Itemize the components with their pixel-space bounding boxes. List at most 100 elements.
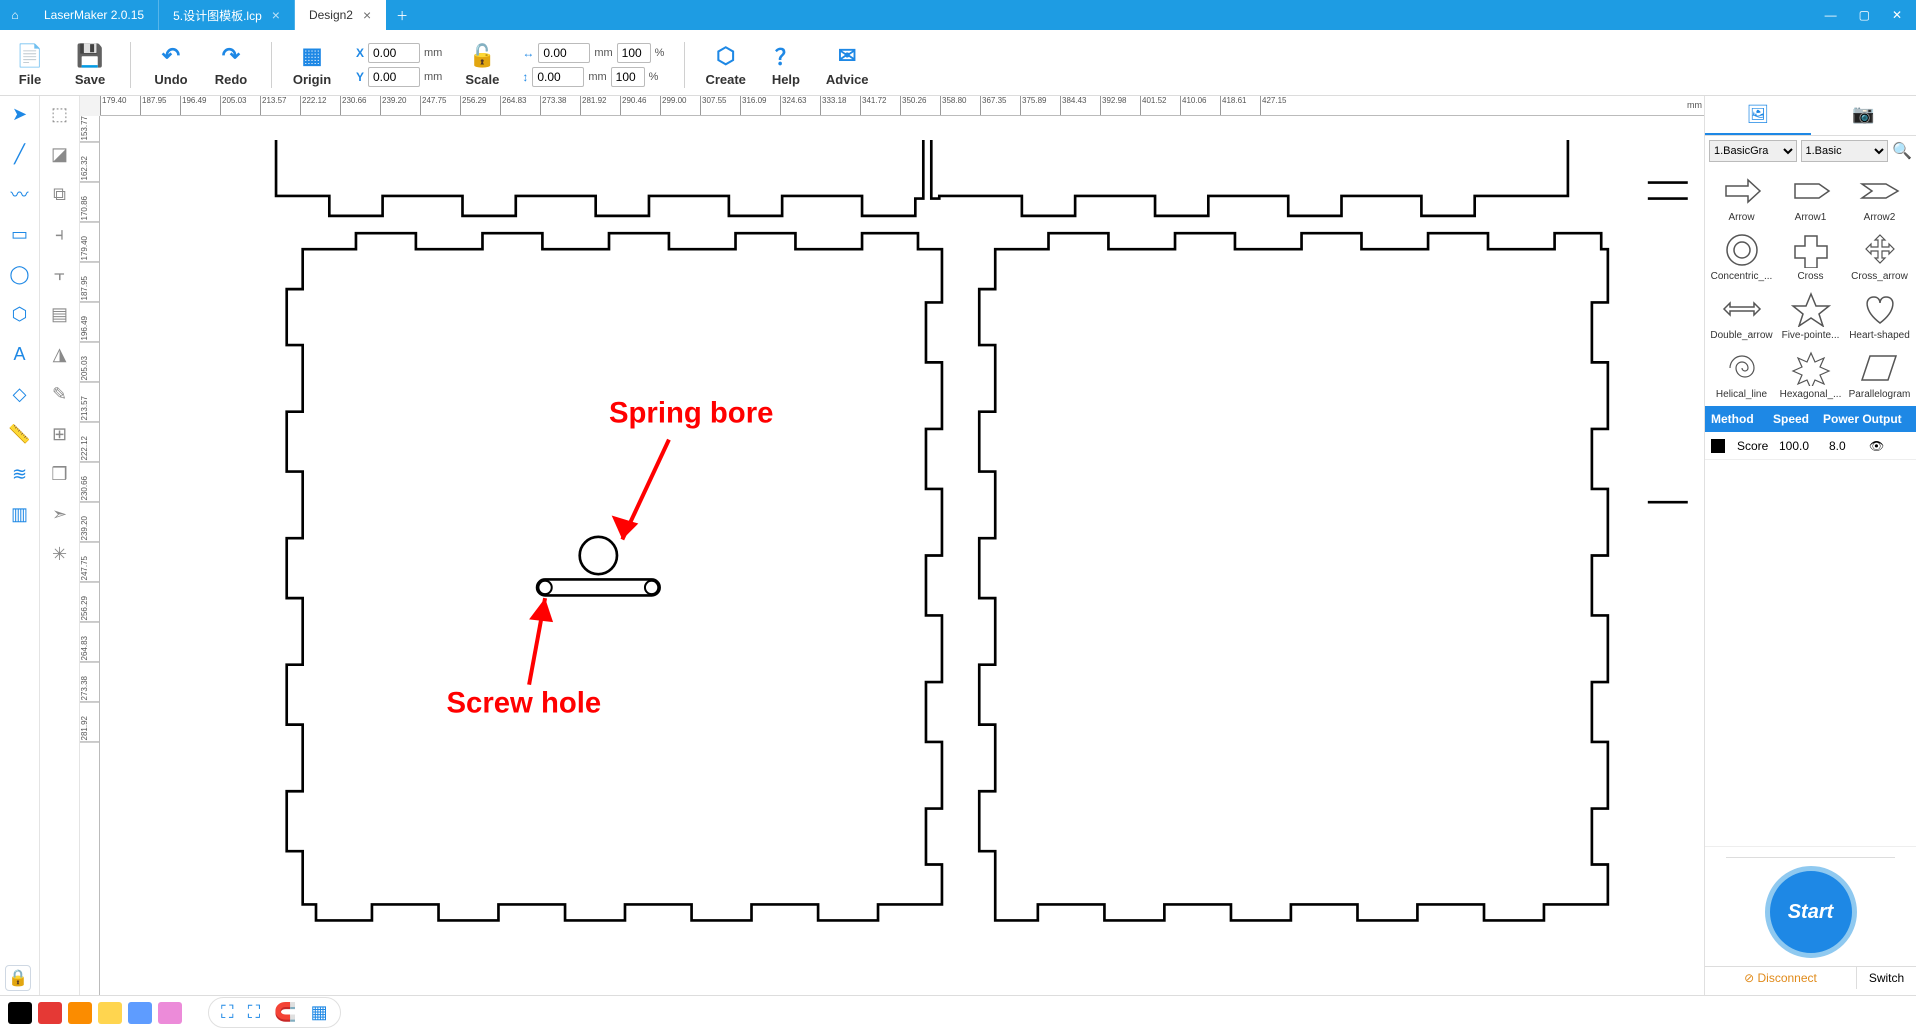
tab-file-2[interactable]: Design2 × bbox=[295, 0, 386, 30]
category-select-2[interactable]: 1.Basic bbox=[1801, 140, 1889, 162]
advice-button[interactable]: ✉ Advice bbox=[826, 42, 869, 87]
camera-tab-icon[interactable]: 📷 bbox=[1811, 96, 1916, 135]
screw-hole-left bbox=[538, 581, 551, 594]
ellipse-tool-icon[interactable]: ◯ bbox=[8, 262, 32, 286]
ruler-tick: 153.77 bbox=[80, 116, 100, 142]
save-button[interactable]: 💾 Save bbox=[70, 42, 110, 87]
ruler-tick: 281.92 bbox=[580, 96, 606, 116]
shape-item[interactable]: Helical_line bbox=[1707, 345, 1776, 404]
send-icon[interactable]: ➣ bbox=[48, 502, 72, 526]
layout-tool-icon[interactable]: ▥ bbox=[8, 502, 32, 526]
mirror-icon[interactable]: ◮ bbox=[48, 342, 72, 366]
close-icon[interactable]: × bbox=[363, 7, 371, 23]
marquee-icon[interactable]: ⬚ bbox=[48, 102, 72, 126]
lock-icon[interactable]: 🔒 bbox=[5, 965, 31, 991]
color-swatch[interactable] bbox=[68, 1002, 92, 1024]
shape-item[interactable]: Concentric_... bbox=[1707, 227, 1776, 286]
scale-button[interactable]: 🔓 Scale bbox=[462, 42, 502, 87]
minimize-icon[interactable]: — bbox=[1825, 8, 1837, 22]
shape-label: Hexagonal_... bbox=[1778, 389, 1843, 400]
color-swatch[interactable] bbox=[128, 1002, 152, 1024]
overlap-icon[interactable]: ⧉ bbox=[48, 182, 72, 206]
shape-item[interactable]: Five-pointe... bbox=[1776, 286, 1845, 345]
arrow-head bbox=[612, 516, 639, 540]
close-icon[interactable]: × bbox=[272, 7, 280, 23]
width-input[interactable] bbox=[538, 43, 590, 63]
grid-icon[interactable]: ▦ bbox=[311, 1002, 328, 1023]
crop-icon[interactable]: ⛶ bbox=[221, 1002, 234, 1023]
ruler-tick: 401.52 bbox=[1140, 96, 1166, 116]
shape-item[interactable]: Cross_arrow bbox=[1845, 227, 1914, 286]
select-tool-icon[interactable]: ➤ bbox=[8, 102, 32, 126]
start-button[interactable]: Start bbox=[1765, 866, 1857, 958]
shape-item[interactable]: Arrow2 bbox=[1845, 168, 1914, 227]
shape-item[interactable]: Cross bbox=[1776, 227, 1845, 286]
tab-label: Design2 bbox=[309, 8, 353, 22]
rect-tool-icon[interactable]: ▭ bbox=[8, 222, 32, 246]
canvas[interactable]: Spring bore Screw hole bbox=[100, 116, 1704, 995]
measure-tool-icon[interactable]: 📏 bbox=[8, 422, 32, 446]
layer-row[interactable]: Score 100.0 8.0 👁 bbox=[1705, 432, 1916, 460]
focus-icon[interactable]: ⛶ bbox=[248, 1002, 261, 1023]
x-input[interactable] bbox=[368, 43, 420, 63]
height-input[interactable] bbox=[532, 67, 584, 87]
eraser-tool-icon[interactable]: ◇ bbox=[8, 382, 32, 406]
search-icon[interactable]: 🔍 bbox=[1892, 141, 1912, 161]
maximize-icon[interactable]: ▢ bbox=[1859, 8, 1870, 22]
ruler-tick: 239.20 bbox=[380, 96, 406, 116]
color-swatch[interactable] bbox=[158, 1002, 182, 1024]
undo-button[interactable]: ↶ Undo bbox=[151, 42, 191, 87]
y-input[interactable] bbox=[368, 67, 420, 87]
shape-icon bbox=[1718, 290, 1766, 328]
switch-button[interactable]: Switch bbox=[1856, 967, 1916, 989]
layers-tool-icon[interactable]: ≋ bbox=[8, 462, 32, 486]
color-swatch[interactable] bbox=[38, 1002, 62, 1024]
polygon-tool-icon[interactable]: ⬡ bbox=[8, 302, 32, 326]
close-window-icon[interactable]: ✕ bbox=[1892, 8, 1902, 22]
redo-button[interactable]: ↷ Redo bbox=[211, 42, 251, 87]
spring-bore-circle bbox=[580, 537, 617, 574]
fill-icon[interactable]: ◪ bbox=[48, 142, 72, 166]
shape-item[interactable]: Heart-shaped bbox=[1845, 286, 1914, 345]
distribute-icon[interactable]: ▤ bbox=[48, 302, 72, 326]
file-button[interactable]: 📄 File bbox=[10, 42, 50, 87]
ruler-tick: 162.32 bbox=[80, 156, 100, 182]
create-button[interactable]: ⬡ Create bbox=[705, 42, 745, 87]
ribbon: 📄 File 💾 Save ↶ Undo ↷ Redo ▦ Origin X m… bbox=[0, 30, 1916, 96]
ruler-tick: 375.89 bbox=[1020, 96, 1046, 116]
home-icon[interactable]: ⌂ bbox=[0, 8, 30, 22]
array-icon[interactable]: ⊞ bbox=[48, 422, 72, 446]
shapes-tab-icon[interactable]: 🖼 bbox=[1705, 96, 1811, 135]
shape-item[interactable]: Arrow bbox=[1707, 168, 1776, 227]
arrow-head bbox=[529, 598, 553, 622]
category-select-1[interactable]: 1.BasicGra bbox=[1709, 140, 1797, 162]
ruler-tick: 273.38 bbox=[80, 676, 100, 702]
magnet-icon[interactable]: 🧲 bbox=[274, 1002, 296, 1023]
origin-button[interactable]: ▦ Origin bbox=[292, 42, 332, 87]
color-palette bbox=[8, 1002, 182, 1024]
shape-item[interactable]: Hexagonal_... bbox=[1776, 345, 1845, 404]
left-panel-outline bbox=[287, 233, 942, 920]
eye-icon[interactable]: 👁 bbox=[1863, 439, 1890, 453]
help-button[interactable]: ？ Help bbox=[766, 42, 806, 87]
curve-tool-icon[interactable]: 〰 bbox=[8, 182, 32, 206]
shape-item[interactable]: Double_arrow bbox=[1707, 286, 1776, 345]
text-tool-icon[interactable]: A bbox=[8, 342, 32, 366]
y-label: Y bbox=[352, 70, 364, 84]
shape-item[interactable]: Arrow1 bbox=[1776, 168, 1845, 227]
height-pct-input[interactable] bbox=[611, 67, 645, 87]
align-center-icon[interactable]: ⫟ bbox=[48, 262, 72, 286]
new-tab-button[interactable]: ＋ bbox=[386, 7, 418, 24]
ruler-tick: 230.66 bbox=[80, 476, 100, 502]
color-swatch[interactable] bbox=[8, 1002, 32, 1024]
line-tool-icon[interactable]: ╱ bbox=[8, 142, 32, 166]
outline-icon[interactable]: ❒ bbox=[48, 462, 72, 486]
spark-icon[interactable]: ✳ bbox=[48, 542, 72, 566]
path-icon[interactable]: ✎ bbox=[48, 382, 72, 406]
shape-item[interactable]: Parallelogram bbox=[1845, 345, 1914, 404]
align-edge-icon[interactable]: ⫞ bbox=[48, 222, 72, 246]
color-swatch[interactable] bbox=[98, 1002, 122, 1024]
spring-bore-label: Spring bore bbox=[609, 396, 773, 429]
width-pct-input[interactable] bbox=[617, 43, 651, 63]
tab-file-1[interactable]: 5.设计图模板.lcp × bbox=[159, 0, 295, 30]
